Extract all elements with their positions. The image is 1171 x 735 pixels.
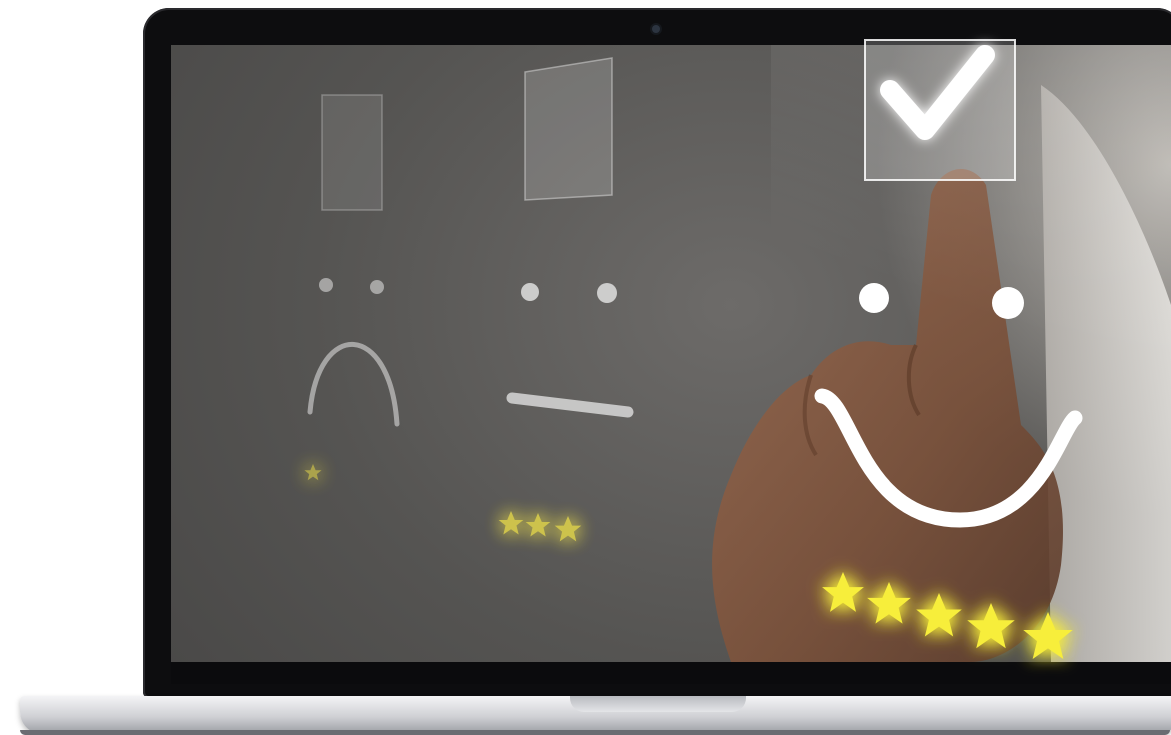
checkbox-neutral[interactable] (524, 57, 613, 201)
star-icon (525, 513, 551, 537)
rating-option-neutral[interactable] (498, 57, 634, 542)
neutral-star-rating (498, 511, 582, 542)
star-icon (498, 511, 524, 535)
sad-face-mouth (307, 341, 400, 427)
star-icon (822, 572, 864, 612)
checkbox-sad[interactable] (321, 94, 383, 211)
rating-option-sad[interactable] (304, 94, 400, 481)
neutral-face-mouth (506, 392, 634, 418)
star-icon (916, 593, 962, 637)
star-icon (554, 516, 582, 542)
star-icon (1023, 612, 1073, 660)
neutral-face-right-eye (597, 283, 617, 303)
sad-face-right-eye (370, 280, 384, 294)
rating-overlay (304, 39, 1083, 660)
laptop (0, 0, 1171, 735)
happy-star-rating (822, 572, 1073, 660)
sad-face-left-eye (319, 278, 333, 292)
star-icon (867, 582, 911, 624)
happy-face-mouth (814, 388, 1083, 528)
star-icon (967, 603, 1015, 649)
neutral-face-left-eye (521, 283, 539, 301)
star-icon (304, 464, 322, 481)
sad-star-rating (304, 464, 322, 481)
happy-face-left-eye (859, 283, 889, 313)
rating-option-happy[interactable] (814, 39, 1083, 660)
happy-face-right-eye (992, 287, 1024, 319)
